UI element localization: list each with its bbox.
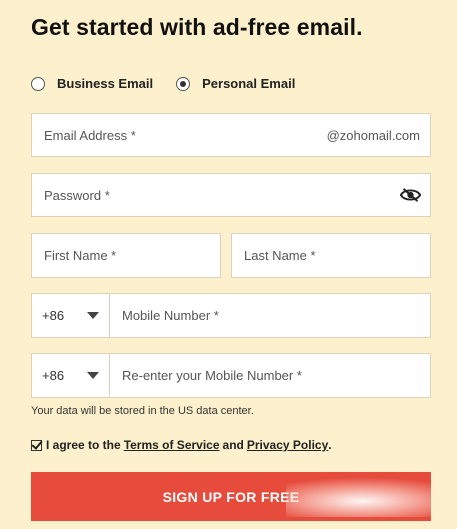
- chevron-down-icon: [87, 312, 99, 319]
- privacy-policy-link[interactable]: Privacy Policy: [247, 438, 328, 452]
- personal-email-radio[interactable]: [176, 76, 191, 91]
- confirm-mobile-number-field[interactable]: Re-enter your Mobile Number *: [109, 353, 431, 398]
- last-name-field[interactable]: Last Name *: [231, 233, 431, 278]
- confirm-country-code-value: +86: [42, 368, 65, 383]
- business-email-radio[interactable]: [31, 76, 45, 91]
- terms-agreement: I agree to the Terms of Service and Priv…: [31, 438, 332, 452]
- bottom-strip: [0, 521, 457, 529]
- email-placeholder: Email Address *: [44, 127, 136, 143]
- personal-email-option[interactable]: Personal Email: [176, 76, 295, 91]
- eye-icon[interactable]: [400, 187, 421, 203]
- first-name-placeholder: First Name *: [44, 248, 117, 263]
- last-name-placeholder: Last Name *: [244, 248, 316, 263]
- terms-and-text: and: [222, 438, 244, 452]
- page-title: Get started with ad-free email.: [31, 14, 363, 40]
- confirm-country-code-select[interactable]: +86: [31, 353, 110, 398]
- email-domain-suffix: @zohomail.com: [326, 127, 420, 143]
- terms-checkbox[interactable]: [31, 439, 42, 451]
- sign-up-button-label: SIGN UP FOR FREE: [162, 488, 300, 505]
- data-center-note: Your data will be stored in the US data …: [31, 405, 254, 417]
- password-field[interactable]: Password *: [31, 173, 431, 217]
- confirm-mobile-number-placeholder: Re-enter your Mobile Number *: [122, 368, 302, 383]
- sign-up-button[interactable]: SIGN UP FOR FREE: [31, 472, 431, 521]
- password-placeholder: Password *: [44, 187, 110, 203]
- country-code-value: +86: [42, 308, 65, 323]
- terms-suffix: .: [328, 438, 332, 452]
- business-email-label: Business Email: [57, 76, 154, 91]
- first-name-field[interactable]: First Name *: [31, 233, 221, 278]
- country-code-select[interactable]: +86: [31, 293, 110, 338]
- terms-prefix: I agree to the: [46, 438, 121, 452]
- business-email-option[interactable]: Business Email: [31, 76, 153, 91]
- personal-email-label: Personal Email: [202, 76, 296, 91]
- light-glare: [286, 477, 431, 517]
- terms-of-service-link[interactable]: Terms of Service: [124, 438, 220, 452]
- email-field[interactable]: Email Address * @zohomail.com: [31, 113, 431, 157]
- mobile-number-field[interactable]: Mobile Number *: [109, 293, 431, 338]
- chevron-down-icon: [87, 372, 99, 379]
- mobile-number-placeholder: Mobile Number *: [122, 308, 219, 323]
- account-type-radio-group: Business Email Personal Email: [31, 76, 318, 91]
